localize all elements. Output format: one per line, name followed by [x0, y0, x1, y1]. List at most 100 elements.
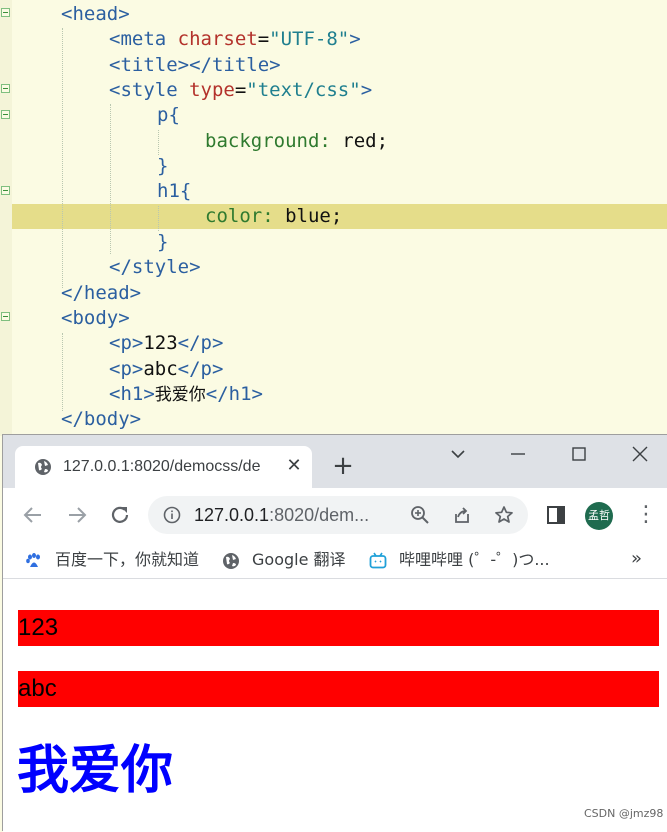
- page-heading: 我爱你: [17, 741, 174, 801]
- profile-avatar[interactable]: 孟哲: [585, 502, 613, 530]
- indent-guide: [62, 333, 63, 411]
- code-line-body-end: </body>: [61, 407, 141, 432]
- fold-marker-icon[interactable]: [1, 84, 10, 93]
- forward-arrow-icon[interactable]: [63, 501, 91, 529]
- fold-marker-icon[interactable]: [1, 8, 10, 17]
- indent-guide: [158, 130, 159, 155]
- code-token: <h1>: [109, 383, 155, 405]
- code-token: >: [360, 79, 373, 101]
- paragraph-abc: abc: [18, 671, 659, 707]
- site-info-icon[interactable]: [163, 506, 181, 524]
- code-line-h1: <h1>我爱你</h1>: [109, 382, 263, 407]
- code-token: }: [157, 231, 169, 253]
- code-token: =: [257, 28, 270, 50]
- code-token: =: [234, 79, 247, 101]
- code-token: 我爱你: [154, 385, 206, 405]
- code-token: p{: [157, 104, 180, 126]
- code-token: <style: [109, 79, 178, 101]
- tab-strip: 127.0.0.1:8020/democss/de ✕ +: [3, 435, 667, 488]
- code-token: <title></title>: [109, 54, 281, 76]
- address-bar[interactable]: 127.0.0.1:8020/dem...: [148, 496, 528, 534]
- code-token: <meta: [109, 28, 167, 50]
- zoom-icon[interactable]: [410, 505, 430, 525]
- code-line-head-end: </head>: [61, 281, 141, 306]
- code-token: >: [349, 28, 361, 50]
- code-token: 123: [143, 332, 178, 354]
- code-line-brace: }: [157, 230, 168, 255]
- indent-guide: [110, 104, 111, 254]
- fold-marker-icon[interactable]: [1, 312, 10, 321]
- tab-search-chevron-icon[interactable]: [443, 441, 473, 467]
- code-token: <head>: [61, 3, 130, 25]
- code-token: :: [262, 205, 286, 227]
- code-editor[interactable]: <head> <meta charset="UTF-8"> <title></t…: [0, 0, 667, 436]
- minimize-icon[interactable]: [503, 441, 533, 467]
- maximize-icon[interactable]: [564, 441, 594, 467]
- fold-marker-icon[interactable]: [1, 186, 10, 195]
- code-line-p1: <p>123</p>: [109, 331, 223, 356]
- browser-window: 127.0.0.1:8020/democss/de ✕ + 127.0.0.1:…: [2, 434, 667, 832]
- code-token: </p>: [177, 358, 224, 380]
- bilibili-tv-icon: [369, 552, 387, 569]
- code-token: "text/css": [246, 79, 361, 101]
- back-arrow-icon[interactable]: [19, 501, 47, 529]
- url-host: 127.0.0.1: [194, 505, 270, 525]
- url-text[interactable]: 127.0.0.1:8020/dem...: [194, 504, 369, 526]
- globe-icon: [223, 553, 239, 569]
- code-token: </p>: [177, 332, 224, 354]
- code-line-p2: <p>abc</p>: [109, 357, 223, 382]
- paragraph-123: 123: [18, 610, 659, 646]
- code-line-style: <style type="text/css">: [109, 78, 372, 103]
- code-token: <p>: [109, 332, 144, 354]
- code-token: blue;: [285, 205, 343, 227]
- code-token: </head>: [61, 282, 142, 304]
- bookmark-google-translate[interactable]: Google 翻译: [252, 549, 346, 571]
- editor-gutter: [0, 0, 12, 436]
- bookmark-bilibili[interactable]: 哔哩哔哩 (゜-゜)つ...: [399, 549, 550, 571]
- side-panel-icon[interactable]: [545, 504, 567, 526]
- baidu-paw-icon: [26, 553, 40, 567]
- globe-icon: [35, 459, 51, 475]
- indent-guide: [62, 28, 63, 288]
- code-line-p-selector: p{: [157, 103, 180, 128]
- browser-toolbar: 127.0.0.1:8020/dem... 孟哲 ⋮: [3, 488, 667, 543]
- code-token: abc: [143, 358, 178, 380]
- bookmark-baidu[interactable]: 百度一下，你就知道: [55, 549, 199, 571]
- code-line-style-end: </style>: [109, 255, 201, 280]
- bookmarks-overflow-icon[interactable]: »: [631, 548, 642, 569]
- code-line-title: <title></title>: [109, 53, 281, 78]
- share-icon[interactable]: [452, 505, 472, 525]
- code-token: "UTF-8": [269, 28, 350, 50]
- code-token: <body>: [61, 307, 130, 329]
- fold-marker-icon[interactable]: [1, 110, 10, 119]
- code-line-meta: <meta charset="UTF-8">: [109, 27, 361, 52]
- indent-guide: [158, 206, 159, 231]
- close-window-icon[interactable]: [625, 441, 655, 467]
- code-token: color: [205, 205, 263, 227]
- code-line-color: color: blue;: [205, 204, 342, 229]
- browser-menu-icon[interactable]: ⋮: [635, 502, 657, 528]
- code-token: background: [205, 130, 320, 152]
- code-line-background: background: red;: [205, 129, 388, 154]
- code-token: </style>: [109, 256, 201, 278]
- bookmark-star-icon[interactable]: [494, 505, 514, 525]
- code-token: :: [319, 130, 343, 152]
- tab-close-button[interactable]: ✕: [284, 456, 304, 476]
- code-line-brace: }: [157, 154, 168, 179]
- code-token: <p>: [109, 358, 144, 380]
- new-tab-button[interactable]: +: [329, 453, 357, 481]
- url-path: :8020/dem...: [269, 505, 370, 525]
- bookmarks-bar: 百度一下，你就知道 Google 翻译 哔哩哔哩 (゜-゜)つ... »: [3, 543, 667, 579]
- code-line-head: <head>: [61, 2, 130, 27]
- code-token: h1{: [157, 180, 192, 202]
- code-token: </h1>: [205, 383, 263, 405]
- csdn-watermark: CSDN @jmz98: [584, 807, 664, 820]
- code-token: }: [157, 155, 169, 177]
- reload-icon[interactable]: [106, 501, 134, 529]
- page-viewport: 123 abc 我爱你 CSDN @jmz98: [3, 579, 667, 832]
- code-token: charset: [166, 28, 258, 50]
- tab-active[interactable]: 127.0.0.1:8020/democss/de ✕: [15, 446, 312, 488]
- code-token: </body>: [61, 408, 142, 430]
- code-line-body: <body>: [61, 306, 130, 331]
- tab-title: 127.0.0.1:8020/democss/de: [63, 458, 261, 475]
